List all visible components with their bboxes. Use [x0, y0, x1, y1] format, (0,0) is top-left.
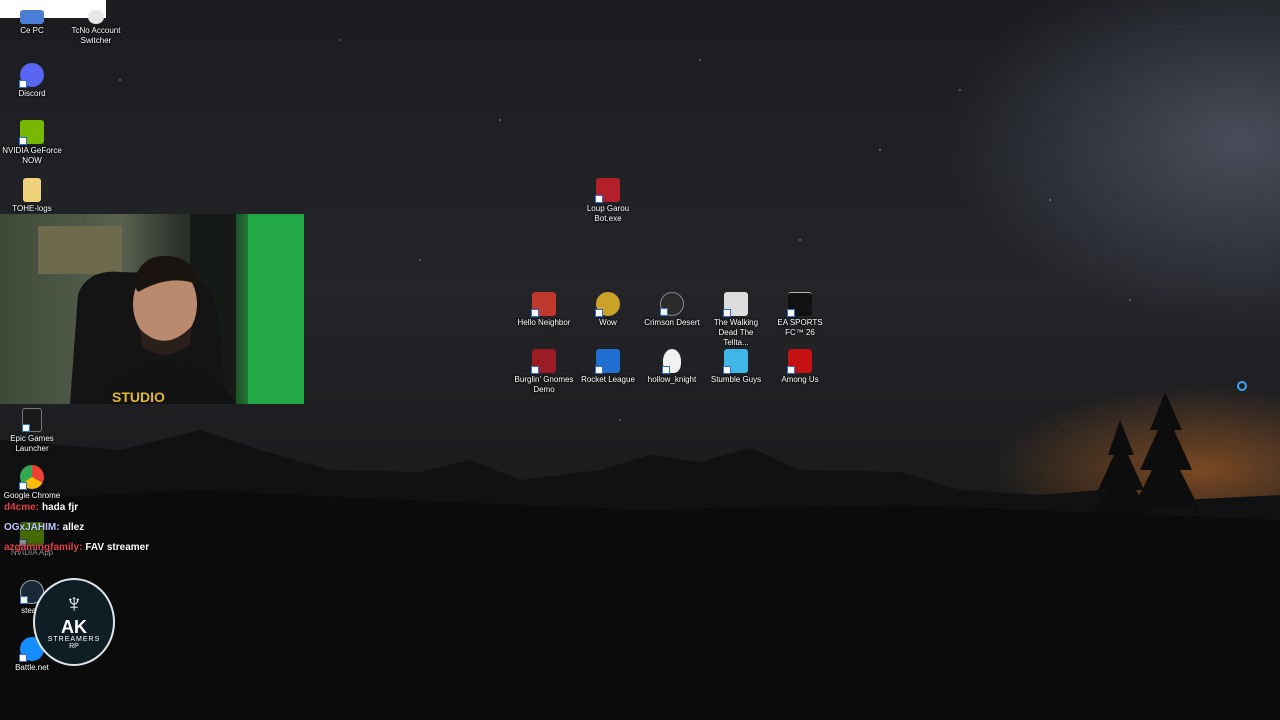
- desktop-icon-label: Loup Garou Bot.exe: [586, 204, 630, 223]
- loup-garou-icon: [595, 178, 620, 203]
- ea-fc-icon: [787, 292, 812, 317]
- desktop-icon-label: hollow_knight: [647, 375, 697, 384]
- desktop-icon-label: Crimson Desert: [644, 318, 700, 327]
- chat-message: d4cme: hada fjr: [4, 502, 78, 513]
- desktop-icon-burglin-gnomes[interactable]: Burglin' Gnomes Demo: [513, 349, 575, 395]
- desktop-icon-walking-dead[interactable]: The Walking Dead The Tellta...: [705, 292, 767, 348]
- desktop-icon-label: Wow: [599, 318, 617, 327]
- svg-text:STUDIO: STUDIO: [112, 389, 165, 404]
- desktop-icon-label: Burglin' Gnomes Demo: [514, 375, 574, 394]
- badge-tag: RP: [69, 643, 79, 650]
- badge-subtitle: STREAMERS: [47, 636, 101, 643]
- desktop-icon-label: Among Us: [781, 375, 819, 384]
- badge-title: AK: [61, 617, 87, 637]
- desktop-icon-stumble-guys[interactable]: Stumble Guys: [705, 349, 767, 385]
- streamer-logo-badge: ♆ AK STREAMERS RP: [33, 578, 115, 666]
- webcam-overlay: STUDIO: [0, 214, 304, 404]
- chat-text: hada fjr: [42, 502, 79, 513]
- nvidia-geforce-now-icon: [19, 120, 44, 145]
- epic-games-icon: [22, 408, 42, 432]
- desktop-icon-tcno[interactable]: TcNo Account Switcher: [65, 10, 127, 46]
- desktop-icon-ce-pc[interactable]: Ce PC: [1, 10, 63, 36]
- desktop-icon-label: Google Chrome: [3, 491, 61, 500]
- chrome-icon: [19, 465, 44, 490]
- streamer-webcam-image: STUDIO: [38, 214, 304, 404]
- chat-username: d4cme:: [4, 502, 40, 513]
- busy-cursor-icon: [1237, 381, 1247, 391]
- among-us-icon: [787, 349, 812, 374]
- desktop-icon-discord[interactable]: Discord: [1, 63, 63, 99]
- rocket-league-icon: [595, 349, 620, 374]
- desktop-icon-crimson-desert[interactable]: Crimson Desert: [641, 292, 703, 328]
- discord-icon: [19, 63, 44, 88]
- desktop-icon-label: NVIDIA GeForce NOW: [2, 146, 62, 165]
- desktop-icon-label: The Walking Dead The Tellta...: [713, 318, 759, 347]
- chat-text: FAV streamer: [85, 542, 150, 553]
- hello-neighbor-icon: [531, 292, 556, 317]
- desktop-icon-label: Discord: [18, 89, 46, 98]
- walking-dead-icon: [723, 292, 748, 317]
- chat-text: allez: [62, 522, 85, 533]
- desktop-icon-nvidia-geforce-now[interactable]: NVIDIA GeForce NOW: [1, 120, 63, 166]
- account-switcher-icon: [88, 10, 104, 24]
- desktop-icon-label: Stumble Guys: [710, 375, 762, 384]
- folder-icon: [23, 178, 41, 202]
- desktop-icon-label: TcNo Account Switcher: [71, 26, 121, 45]
- desktop-icon-label: Hello Neighbor: [517, 318, 571, 327]
- burglin-gnomes-icon: [531, 349, 556, 374]
- desktop-icon-ea-sports-fc[interactable]: EA SPORTS FC™ 26: [769, 292, 831, 338]
- desktop-icon-label: EA SPORTS FC™ 26: [777, 318, 823, 337]
- chat-username: azgamingfamily:: [4, 542, 83, 553]
- wow-icon: [595, 292, 620, 317]
- chat-message: azgamingfamily: FAV streamer: [4, 542, 149, 553]
- chat-message: OGxJAHIM: allez: [4, 522, 84, 533]
- hollow-knight-icon: [662, 349, 681, 374]
- desktop-icon-google-chrome[interactable]: Google Chrome: [1, 465, 63, 501]
- chat-username: OGxJAHIM:: [4, 522, 60, 533]
- desktop-icon-among-us[interactable]: Among Us: [769, 349, 831, 385]
- stumble-guys-icon: [723, 349, 748, 374]
- desktop-icon-label: Battle.net: [15, 663, 49, 672]
- desktop-icon-label: TOHE-logs: [12, 204, 52, 213]
- desktop-icon-epic-games[interactable]: Epic Games Launcher: [1, 408, 63, 454]
- desktop-icon-loup-garou[interactable]: Loup Garou Bot.exe: [577, 178, 639, 224]
- pc-icon: [20, 10, 44, 24]
- desktop-icon-label: Epic Games Launcher: [10, 434, 54, 453]
- desktop-icon-label: Rocket League: [581, 375, 635, 384]
- desktop-icon-rocket-league[interactable]: Rocket League: [577, 349, 639, 385]
- desktop-icon-label: Ce PC: [20, 26, 44, 35]
- desktop-icon-hollow-knight[interactable]: hollow_knight: [641, 349, 703, 385]
- desktop-icon-wow[interactable]: Wow: [577, 292, 639, 328]
- desktop-icon-hello-neighbor[interactable]: Hello Neighbor: [513, 292, 575, 328]
- crimson-desert-icon: [660, 292, 684, 316]
- eagle-icon: ♆: [64, 588, 84, 618]
- desktop-icon-tohe-logs[interactable]: TOHE-logs: [1, 178, 63, 214]
